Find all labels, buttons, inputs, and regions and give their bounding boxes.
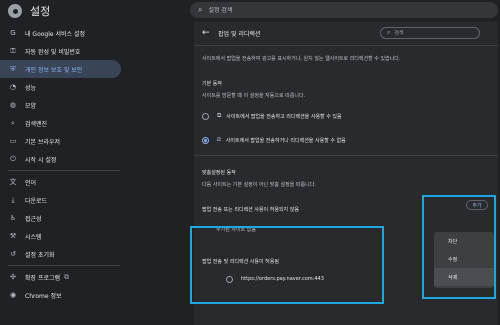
sidebar-item-label: 시스템	[25, 233, 42, 241]
google-icon: G	[10, 29, 16, 37]
custom-behavior-subtitle: 다음 사이트는 기본 설정이 아닌 맞춤 설정을 따릅니다.	[202, 182, 316, 188]
allow-radio[interactable]	[202, 112, 209, 120]
popup-blocked-icon: ⧄	[217, 136, 221, 143]
sidebar-item-search-engine[interactable]: ⌕ 검색엔진	[0, 114, 121, 132]
sidebar-divider	[8, 170, 120, 171]
shield-icon: ⛨	[10, 64, 16, 73]
no-sites-label: 추가된 사이트 없음	[216, 227, 256, 233]
option-block-row[interactable]: ⧄ 사이트에서 팝업을 전송하거나 리디렉션을 사용할 수 없음	[202, 135, 346, 145]
back-arrow-icon[interactable]: ←	[202, 28, 210, 38]
key-icon: ⚿	[10, 46, 16, 55]
site-context-menu: 차단 수정 삭제	[434, 232, 494, 288]
card-header: ← 팝업 및 리디렉션 ⌕	[194, 22, 498, 46]
app-title: 설정	[30, 5, 51, 18]
page-title: 팝업 및 리디렉션	[218, 31, 261, 38]
block-radio[interactable]	[202, 136, 209, 144]
settings-logo-icon	[8, 4, 22, 18]
chrome-icon: ◉	[9, 291, 17, 299]
allowed-site-row[interactable]: https://orders.pay.naver.com:443	[226, 274, 324, 284]
sidebar-item-reset[interactable]: ↺ 설정 초기화	[0, 245, 121, 263]
default-behavior-subtitle: 사이트를 방문할 때 이 설정을 자동으로 따릅니다.	[202, 93, 306, 99]
globe-icon	[226, 275, 233, 283]
sidebar-item-label: 시작 시 설정	[25, 156, 57, 164]
blocked-heading: 팝업 전송 또는 리디렉션 사용이 허용되지 않음	[202, 207, 299, 213]
search-icon: ⌕	[11, 118, 15, 127]
browser-icon: ▭	[9, 137, 17, 145]
sidebar-item-downloads[interactable]: ⤓ 다운로드	[0, 191, 121, 209]
sidebar-item-label: 다운로드	[25, 197, 48, 205]
sidebar-item-accessibility[interactable]: ♿ 접근성	[0, 209, 121, 227]
search-icon: ⌕	[198, 5, 203, 14]
sidebar-item-google-services[interactable]: G 내 Google 서비스 설정	[0, 24, 121, 42]
custom-behavior-heading: 맞춤설정된 동작	[202, 170, 236, 176]
sidebar-item-label: 내 Google 서비스 설정	[25, 30, 86, 38]
power-icon: ⏻	[10, 154, 16, 163]
sidebar-item-label: 자동 완성 및 비밀번호	[25, 48, 81, 56]
sidebar-item-about-chrome[interactable]: ◉ Chrome 정보	[0, 286, 121, 304]
menu-item-delete[interactable]: 삭제	[434, 268, 494, 286]
sidebar-item-label: 검색엔진	[25, 120, 48, 128]
add-blocked-site-button[interactable]: 추가	[466, 200, 488, 210]
sidebar-item-performance[interactable]: ◔ 성능	[0, 78, 121, 96]
option-allow-row[interactable]: ⧉ 사이트에서 팝업을 전송하고 리디렉션을 사용할 수 있음	[202, 111, 342, 121]
speedometer-icon: ◔	[9, 83, 17, 91]
option-allow-label: 사이트에서 팝업을 전송하고 리디렉션을 사용할 수 있음	[226, 113, 342, 120]
site-search-input[interactable]	[394, 30, 475, 36]
sidebar-item-label: 기본 브라우저	[25, 138, 61, 146]
reset-icon: ↺	[10, 250, 16, 258]
accessibility-icon: ♿	[9, 214, 17, 222]
sidebar-item-label: 접근성	[25, 215, 42, 223]
sidebar-item-label: 확장 프로그램	[25, 274, 61, 282]
sidebar-item-extensions[interactable]: ✣ 확장 프로그램 ⧉	[0, 268, 121, 286]
puzzle-icon: ✣	[10, 273, 16, 281]
allowed-heading: 팝업 전송 및 리디렉션 사용이 허용됨	[202, 259, 279, 265]
palette-icon: ◍	[9, 101, 17, 109]
search-icon: ⌕	[387, 29, 391, 36]
external-link-icon: ⧉	[64, 272, 70, 281]
wrench-icon: ⚒	[9, 232, 17, 240]
sidebar-item-label: 언어	[25, 179, 37, 187]
settings-search-input[interactable]	[208, 6, 459, 14]
settings-search-box[interactable]: ⌕	[190, 2, 498, 18]
language-icon: 文	[9, 178, 17, 186]
sidebar-item-label: Chrome 정보	[25, 292, 62, 300]
sidebar-item-system[interactable]: ⚒ 시스템	[0, 227, 121, 245]
section-divider	[194, 155, 498, 156]
sidebar-divider	[8, 265, 120, 266]
download-icon: ⤓	[11, 195, 15, 204]
top-bar: 설정 ⌕	[0, 0, 500, 22]
menu-item-edit[interactable]: 수정	[434, 250, 494, 268]
page-description: 사이트에서 팝업을 전송하여 광고를 표시하거나, 원치 않는 웹사이트로 리디…	[202, 56, 401, 62]
sidebar-item-label: 모양	[25, 102, 37, 110]
sidebar-item-autofill[interactable]: ⚿ 자동 완성 및 비밀번호	[0, 42, 121, 60]
sidebar-item-on-startup[interactable]: ⏻ 시작 시 설정	[0, 150, 121, 168]
sidebar-item-languages[interactable]: 文 언어	[0, 173, 121, 191]
popup-icon: ⧉	[217, 112, 222, 119]
sidebar-item-default-browser[interactable]: ▭ 기본 브라우저	[0, 132, 121, 150]
allowed-site-url: https://orders.pay.naver.com:443	[241, 276, 324, 282]
site-search-box[interactable]: ⌕	[380, 27, 480, 39]
sidebar-item-appearance[interactable]: ◍ 모양	[0, 96, 121, 114]
menu-item-block[interactable]: 차단	[434, 232, 494, 250]
sidebar-item-label: 성능	[25, 84, 37, 92]
option-block-label: 사이트에서 팝업을 전송하거나 리디렉션을 사용할 수 없음	[225, 137, 346, 144]
sidebar-item-label: 개인 정보 보호 및 보안	[25, 66, 83, 74]
default-behavior-heading: 기본 동작	[202, 81, 222, 87]
sidebar-item-label: 설정 초기화	[25, 251, 55, 259]
sidebar-item-privacy[interactable]: ⛨ 개인 정보 보호 및 보안	[0, 60, 121, 78]
sidebar: G 내 Google 서비스 설정 ⚿ 자동 완성 및 비밀번호 ⛨ 개인 정보 보호…	[0, 22, 130, 325]
